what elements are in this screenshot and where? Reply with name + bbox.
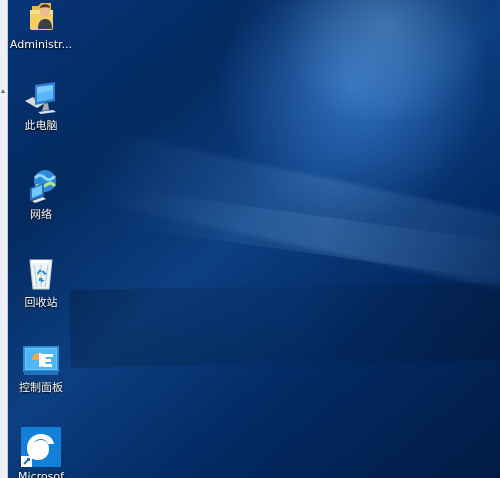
desktop-icon-label: Administr...	[9, 38, 73, 51]
desktop-icon-control-panel[interactable]: 控制面板	[6, 343, 76, 394]
network-icon	[30, 170, 57, 203]
recycle-bin-icon	[29, 259, 53, 290]
desktop-icon-network[interactable]: 网络	[6, 168, 76, 221]
edge-icon	[21, 427, 61, 467]
desktop-icon-label: Microsof	[18, 470, 64, 478]
desktop-wallpaper	[8, 0, 500, 478]
desktop-icon-this-pc[interactable]: 此电脑	[6, 81, 76, 132]
desktop-screen: Administr... 此电脑 网络 回收站 控制面板 Microsof	[0, 0, 500, 478]
desktop-icon-label: 控制面板	[19, 381, 63, 394]
desktop-icon-recycle-bin[interactable]: 回收站	[6, 254, 76, 309]
small-up-arrow-icon	[1, 89, 5, 93]
wallpaper-shadow-band	[69, 281, 500, 369]
wallpaper-light-beam	[115, 188, 500, 285]
desktop-icon-label: 网络	[30, 208, 52, 221]
computer-icon	[25, 82, 56, 114]
user-folder-icon	[30, 3, 53, 30]
desktop-icon-label: 回收站	[24, 296, 58, 309]
wallpaper-glow	[268, 0, 500, 120]
desktop-icon-microsoft-edge[interactable]: Microsof	[6, 426, 76, 478]
left-window-edge	[0, 0, 8, 478]
desktop-icon-administrator[interactable]: Administr...	[6, 0, 76, 51]
desktop-icon-label: 此电脑	[24, 119, 58, 132]
control-panel-icon	[23, 346, 59, 375]
wallpaper-light-beam	[88, 130, 500, 299]
